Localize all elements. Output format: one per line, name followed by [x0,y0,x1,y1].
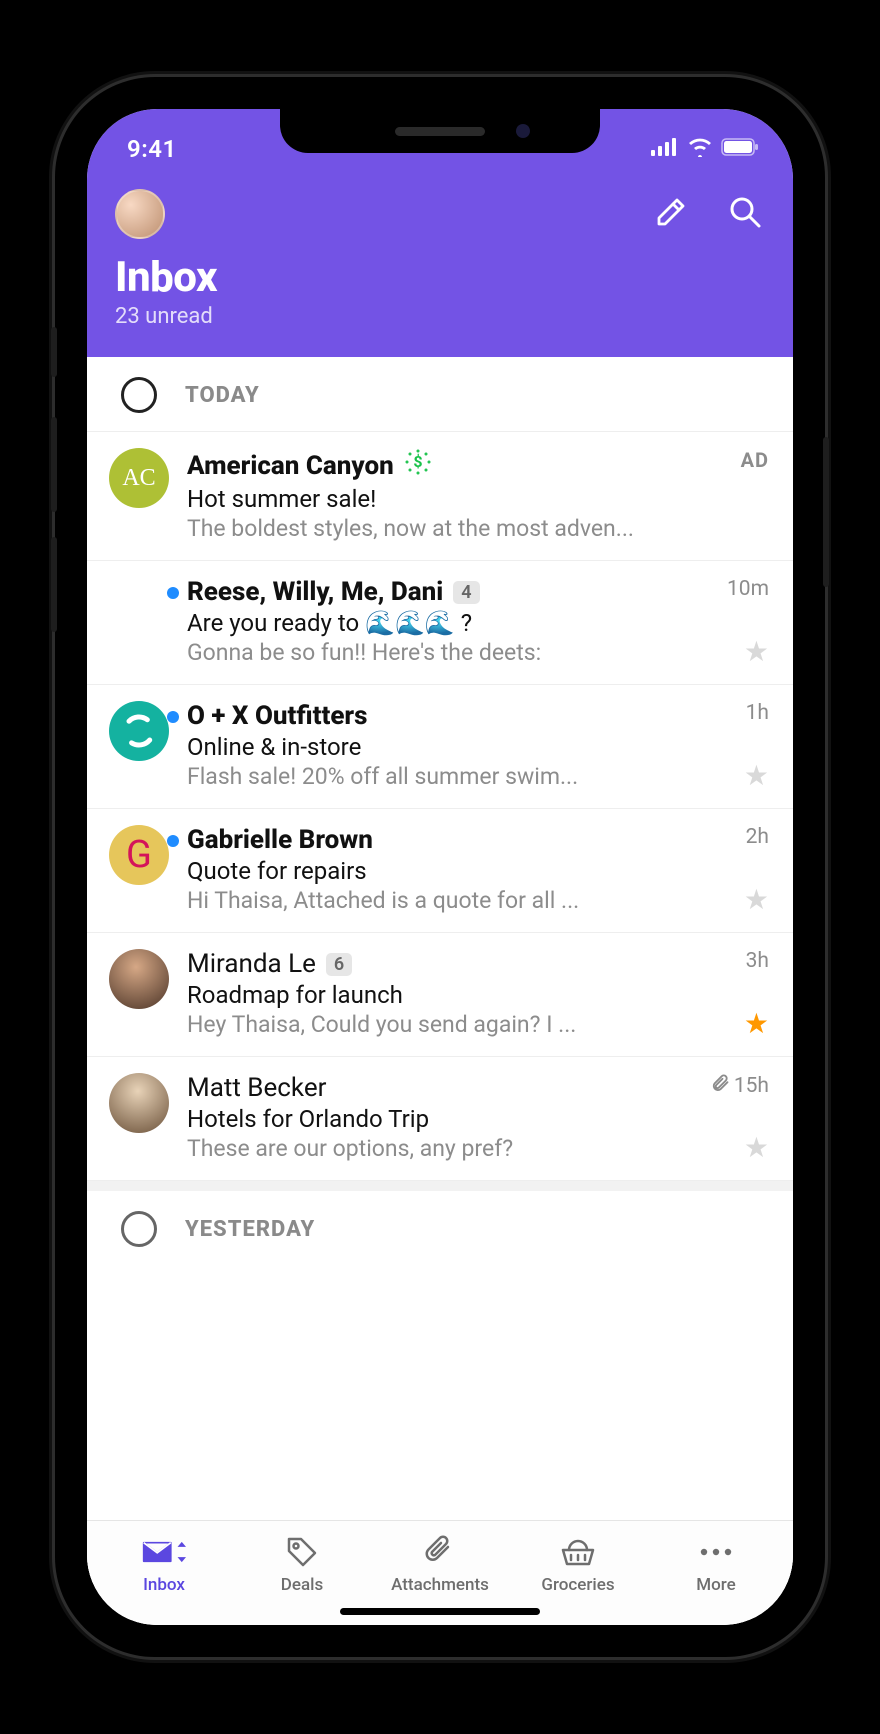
search-button[interactable] [725,194,765,234]
message-preview: These are our options, any pref? [187,1135,681,1162]
message-time: 15h [710,1073,769,1099]
ad-label: AD [741,448,769,472]
compose-button[interactable] [651,194,691,234]
star-toggle[interactable]: ★ [744,1010,769,1038]
sender-avatar [109,949,169,1009]
home-indicator[interactable] [340,1608,540,1615]
message-subject: Hotels for Orlando Trip [187,1105,681,1133]
inbox-icon [142,1535,186,1569]
phone-frame: 9:41 [55,77,825,1657]
tab-label: Deals [281,1575,323,1595]
message-subject: Are you ready to 🌊🌊🌊 ? [187,609,681,637]
message-row-ad[interactable]: AC American Canyon $ Hot summer sale! Th… [87,432,793,561]
sender-avatar: AC [109,448,169,508]
message-subject: Roadmap for launch [187,981,681,1009]
speaker-grille [395,127,485,136]
pencil-icon [653,194,689,234]
sender-avatar [109,1073,169,1133]
cellular-signal-icon [651,138,679,160]
message-preview: Flash sale! 20% off all summer swim... [187,763,681,790]
power-button[interactable] [823,437,829,587]
mute-switch[interactable] [51,327,57,377]
message-row[interactable]: Matt Becker Hotels for Orlando Trip Thes… [87,1057,793,1181]
message-list[interactable]: TODAY AC American Canyon $ Ho [87,357,793,1625]
star-toggle[interactable]: ★ [744,886,769,914]
sender-name: Gabrielle Brown [187,825,373,855]
battery-icon [721,138,759,160]
message-time: 3h [746,949,769,973]
thread-count-badge: 4 [453,581,479,604]
tab-label: Attachments [391,1575,489,1595]
page-title: Inbox [115,253,765,302]
tab-inbox[interactable]: Inbox [95,1535,233,1595]
status-time: 9:41 [127,135,177,163]
sender-avatar [109,701,169,761]
message-time: 1h [746,701,769,725]
sender-avatar: G [109,825,169,885]
sender-avatar-group [109,577,169,637]
front-camera [516,124,530,138]
select-all-toggle[interactable] [121,1211,157,1247]
svg-text:$: $ [413,452,422,471]
volume-down-button[interactable] [51,537,57,632]
more-icon [698,1535,734,1569]
message-time: 10m [727,577,769,601]
message-row[interactable]: Reese, Willy, Me, Dani 4 Are you ready t… [87,561,793,685]
sender-name: Reese, Willy, Me, Dani [187,577,443,607]
message-row[interactable]: Miranda Le 6 Roadmap for launch Hey Thai… [87,933,793,1057]
thread-count-badge: 6 [326,953,352,976]
section-header-today: TODAY [87,357,793,432]
message-row[interactable]: O + X Outfitters Online & in-store Flash… [87,685,793,809]
message-row[interactable]: G Gabrielle Brown Quote for repairs Hi T… [87,809,793,933]
paperclip-icon [710,1073,730,1099]
message-preview: The boldest styles, now at the most adve… [187,515,681,542]
tag-icon [285,1535,319,1569]
sender-name: Miranda Le [187,949,316,979]
unread-dot-icon [167,835,179,847]
unread-count: 23 unread [115,304,765,329]
sender-name: Matt Becker [187,1073,326,1103]
wifi-icon [687,137,713,161]
section-divider [87,1181,793,1191]
message-preview: Gonna be so fun!! Here's the deets: [187,639,681,666]
section-label: TODAY [185,383,260,408]
swirl-icon [119,711,159,751]
unread-dot-icon [167,711,179,723]
profile-avatar[interactable] [115,189,165,239]
message-time: 2h [746,825,769,849]
tab-label: Groceries [541,1575,614,1595]
message-preview: Hi Thaisa, Attached is a quote for all .… [187,887,681,914]
volume-up-button[interactable] [51,417,57,512]
tab-groceries[interactable]: Groceries [509,1535,647,1595]
unread-dot-icon [167,587,179,599]
basket-icon [559,1535,597,1569]
star-toggle[interactable]: ★ [744,1134,769,1162]
star-toggle[interactable]: ★ [744,762,769,790]
message-subject: Hot summer sale! [187,485,681,513]
message-preview: Hey Thaisa, Could you send again? I ... [187,1011,681,1038]
tab-more[interactable]: More [647,1535,785,1595]
message-subject: Quote for repairs [187,857,681,885]
search-icon [727,194,763,234]
section-label: YESTERDAY [185,1217,315,1242]
paperclip-icon [424,1535,456,1569]
message-subject: Online & in-store [187,733,681,761]
tab-attachments[interactable]: Attachments [371,1535,509,1595]
star-toggle[interactable]: ★ [744,638,769,666]
screen: 9:41 [87,109,793,1625]
notch [280,109,600,153]
tab-label: More [696,1575,735,1595]
select-all-toggle[interactable] [121,377,157,413]
tab-label: Inbox [143,1575,185,1595]
dollar-icon: $ [404,448,432,483]
sender-name: O + X Outfitters [187,701,367,731]
sender-name: American Canyon [187,451,394,481]
tab-deals[interactable]: Deals [233,1535,371,1595]
section-header-yesterday: YESTERDAY [87,1191,793,1253]
